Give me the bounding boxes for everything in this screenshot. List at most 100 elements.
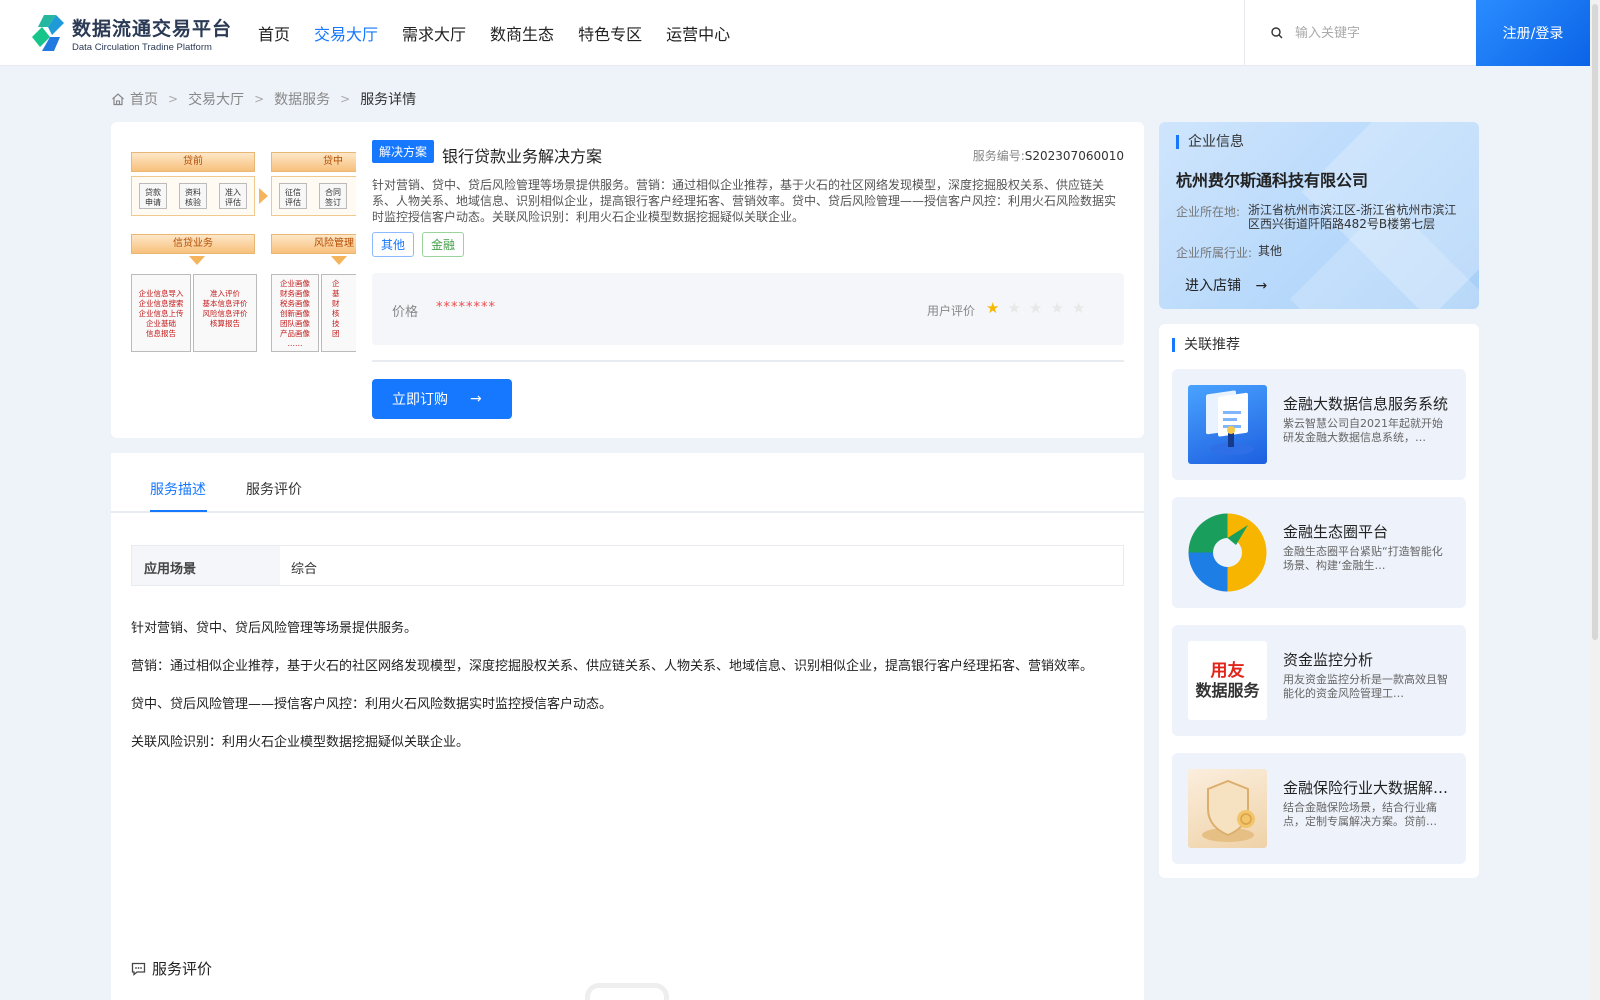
service-description: 针对营销、贷中、贷后风险管理等场景提供服务。 营销：通过相似企业推荐，基于火石的…	[131, 617, 1111, 769]
detail-card: 服务描述 服务评价 应用场景 综合 针对营销、贷中、贷后风险管理等场景提供服务。…	[111, 453, 1144, 1000]
page-scrollbar[interactable]	[1590, 0, 1600, 1000]
scrollbar-thumb[interactable]	[1592, 4, 1598, 640]
recommend-thumbnail	[1188, 769, 1267, 848]
scene-table: 应用场景 综合	[131, 545, 1124, 586]
recommend-title: 金融保险行业大数据解决方案	[1283, 779, 1449, 797]
company-industry-label: 企业所属行业:	[1176, 246, 1253, 260]
yonyou-logo-text: 用友	[1210, 660, 1245, 681]
nav-trading-hall[interactable]: 交易大厅	[314, 0, 378, 66]
tag-other[interactable]: 其他	[372, 232, 415, 257]
thumb-stage-pre: 贷前	[131, 152, 255, 172]
nav-featured[interactable]: 特色专区	[578, 0, 642, 66]
thumb-box: 贷款 申请	[139, 183, 167, 209]
type-badge: 解决方案	[372, 140, 435, 163]
brand-name: 数据流通交易平台	[72, 17, 233, 40]
service-number: 服务编号:S202307060010	[973, 147, 1124, 164]
company-industry: 其他	[1258, 244, 1283, 258]
company-section-title: 企业信息	[1176, 135, 1244, 149]
recommend-title: 资金监控分析	[1283, 651, 1374, 669]
description-paragraph: 营销：通过相似企业推荐，基于火石的社区网络发现模型，深度挖掘股权关系、供应链关系…	[131, 659, 1094, 674]
tab-service-description[interactable]: 服务描述	[150, 479, 206, 499]
insurance-shield-icon	[1202, 779, 1255, 842]
thumb-panel: 企业画像 财务画像 税务画像 创新画像 团队画像 产品画像 ……	[271, 274, 319, 352]
company-industry-row: 企业所属行业: 其他	[1176, 244, 1282, 261]
empty-state-illustration	[585, 983, 669, 1000]
service-number-value: S202307060010	[1024, 149, 1124, 163]
company-card: 企业信息 杭州费尔斯通科技有限公司 企业所在地: 浙江省杭州市滨江区-浙江省杭州…	[1159, 122, 1479, 309]
recommend-item[interactable]: 用友 数据服务 资金监控分析 用友资金监控分析是一款高效且智能化的资金风险管理工…	[1172, 625, 1466, 736]
thumb-panel: 准入评价 基本信息评价 风险信息评价 核算报告	[193, 274, 257, 352]
product-title: 银行贷款业务解决方案	[442, 147, 603, 166]
arrow-right-icon	[259, 188, 268, 204]
recommend-item[interactable]: 金融大数据信息服务系统 紫云智慧公司自2021年起就开始研发金融大数据信息系统，…	[1172, 369, 1466, 480]
thumb-panel: 企业信息导入 企业信息搜索 企业信息上传 企业基础 信息报告	[131, 274, 191, 352]
search-box	[1244, 0, 1476, 66]
chevron-right-icon: >	[340, 92, 351, 106]
star-icon: ★	[1050, 299, 1064, 317]
service-number-label: 服务编号:	[972, 149, 1025, 163]
scene-value: 综合	[291, 562, 318, 577]
ecosystem-logo-icon	[1188, 513, 1267, 592]
search-input[interactable]	[1295, 25, 1465, 41]
product-thumbnail[interactable]: 贷前 贷中 贷款 申请 资料 核验 准入 评估 征信 评估 合同 签订 信贷业务…	[131, 152, 356, 360]
recommend-item[interactable]: 金融生态圈平台 金融生态圈平台紧贴“打造智能化场景、构建‘金融生…	[1172, 497, 1466, 608]
search-icon[interactable]	[1271, 27, 1283, 39]
breadcrumb: 首页 > 交易大厅 > 数据服务 > 服务详情	[111, 89, 416, 109]
thumb-section-credit: 信贷业务	[131, 234, 255, 254]
enter-shop-label: 进入店铺	[1185, 278, 1241, 294]
scene-key: 应用场景	[132, 546, 280, 585]
breadcrumb-current: 服务详情	[360, 92, 417, 108]
rating-label: 用户评价	[927, 304, 976, 318]
nav-operations[interactable]: 运营中心	[666, 0, 730, 66]
company-location-label: 企业所在地:	[1176, 205, 1241, 219]
recommend-section-title: 关联推荐	[1172, 338, 1240, 352]
recommend-title: 金融大数据信息服务系统	[1283, 395, 1449, 413]
arrow-down-icon	[189, 256, 205, 265]
star-icon: ★	[986, 299, 1000, 317]
tab-service-evaluation[interactable]: 服务评价	[246, 479, 302, 499]
tag-finance[interactable]: 金融	[422, 232, 465, 257]
arrow-right-icon: →	[1255, 278, 1268, 294]
main-nav: 首页 交易大厅 需求大厅 数商生态 特色专区 运营中心	[258, 0, 754, 66]
tag-list: 其他 金融	[372, 232, 472, 257]
breadcrumb-data-service[interactable]: 数据服务	[274, 89, 330, 109]
thumb-box: 资料 核验	[179, 183, 207, 209]
chevron-right-icon: >	[254, 92, 265, 106]
recommend-desc: 结合金融保险场景，结合行业痛点，定制专属解决方案。贷前…	[1283, 801, 1437, 828]
logo-icon	[32, 15, 64, 51]
nav-ecosystem[interactable]: 数商生态	[490, 0, 554, 66]
platform-logo[interactable]: 数据流通交易平台 Data Circulation Tradine Platfo…	[30, 13, 232, 53]
recommend-thumbnail: 用友 数据服务	[1188, 641, 1267, 720]
company-name: 杭州费尔斯通科技有限公司	[1176, 171, 1369, 190]
recommend-card: 关联推荐 金融大数据信息服务系统 紫云智慧公司自2021年起就开始研发金融大数据…	[1159, 324, 1479, 878]
thumb-section-risk: 风险管理	[271, 234, 356, 254]
thumb-panel: 企 基 财 核 技 团	[321, 274, 356, 352]
breadcrumb-trading-hall[interactable]: 交易大厅	[188, 89, 244, 109]
comment-icon	[131, 962, 146, 976]
brand-name-en: Data Circulation Tradine Platform	[72, 41, 212, 53]
tab-active-indicator	[150, 510, 207, 512]
recommend-item[interactable]: 金融保险行业大数据解决方案 结合金融保险场景，结合行业痛点，定制专属解决方案。贷…	[1172, 753, 1466, 864]
thumb-box: 合同 签订	[319, 183, 347, 209]
description-paragraph: 针对营销、贷中、贷后风险管理等场景提供服务。	[131, 621, 418, 636]
recommend-desc: 金融生态圈平台紧贴“打造智能化场景、构建‘金融生…	[1283, 545, 1443, 572]
star-icon: ★	[1071, 299, 1086, 317]
price-value: ********	[436, 300, 496, 315]
company-location-row: 企业所在地: 浙江省杭州市滨江区-浙江省杭州市滨江区西兴街道阡陌路482号B楼第…	[1176, 203, 1464, 231]
breadcrumb-home[interactable]: 首页	[130, 89, 158, 109]
chevron-right-icon: >	[168, 92, 179, 106]
recommend-thumbnail	[1188, 513, 1267, 592]
register-login-button[interactable]: 注册/登录	[1476, 0, 1590, 66]
detail-tabs: 服务描述 服务评价	[111, 453, 1144, 513]
nav-home[interactable]: 首页	[258, 0, 290, 66]
recommend-title: 金融生态圈平台	[1283, 523, 1389, 541]
recommend-thumbnail	[1188, 385, 1267, 464]
nav-demand-hall[interactable]: 需求大厅	[402, 0, 466, 66]
arrow-right-icon: →	[470, 391, 482, 407]
yonyou-logo-subtext: 数据服务	[1195, 680, 1260, 700]
price-panel: 价格 ******** 用户评价 ★ ★ ★ ★ ★	[372, 273, 1124, 345]
thumb-box: 准入 评估	[219, 183, 247, 209]
subscribe-button[interactable]: 立即订购 →	[372, 379, 512, 419]
data-report-illustration	[1206, 390, 1254, 455]
enter-shop-link[interactable]: 进入店铺 →	[1185, 275, 1267, 295]
